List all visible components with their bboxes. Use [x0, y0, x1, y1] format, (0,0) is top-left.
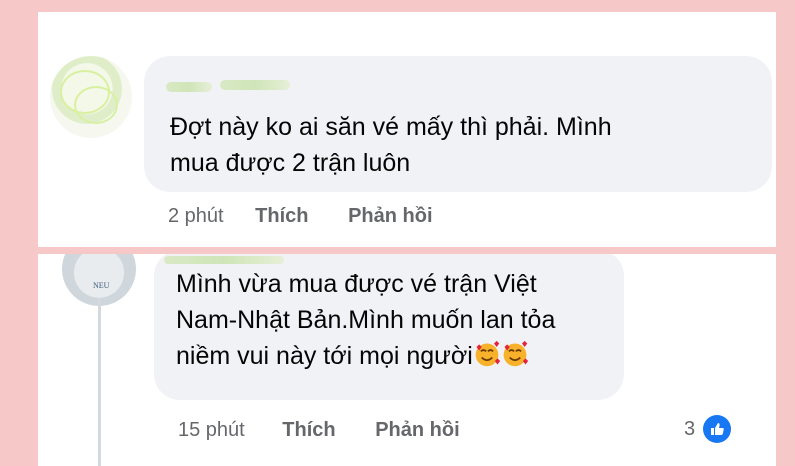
comment-bubble: Mình vừa mua được vé trận Việt Nam-Nhật … [154, 254, 624, 400]
comment-bubble: Đợt này ko ai săn vé mấy thì phải. Mình … [144, 56, 772, 192]
like-button[interactable]: Thích [282, 419, 335, 442]
thumbs-up-icon [711, 423, 724, 435]
redacted-author-name[interactable] [220, 80, 290, 90]
comment-text-line-last: niềm vui này tới mọi người [176, 338, 624, 374]
reaction-summary[interactable]: 3 [684, 415, 732, 443]
comment-text: Mình vừa mua được vé trận Việt Nam-Nhật … [176, 266, 624, 374]
comment-text-segment: niềm vui này tới mọi người [176, 342, 473, 370]
avatar-scribble [74, 86, 118, 124]
reply-button[interactable]: Phản hồi [348, 205, 432, 228]
comment-text: Đợt này ko ai săn vé mấy thì phải. Mình … [170, 109, 760, 181]
redacted-author-name[interactable] [166, 82, 212, 92]
comment-text-line: Đợt này ko ai săn vé mấy thì phải. Mình [170, 113, 612, 141]
reaction-count: 3 [684, 417, 696, 440]
avatar-label: NEU [93, 281, 110, 290]
like-icon [703, 415, 732, 443]
comment-panel-1: Đợt này ko ai săn vé mấy thì phải. Mình … [38, 12, 776, 247]
comment-actions: 2 phút Thích Phản hồi [168, 205, 433, 228]
thread-line [98, 298, 101, 466]
comment-actions: 15 phút Thích Phản hồi [178, 419, 460, 442]
comment-time[interactable]: 2 phút [168, 205, 224, 228]
smiling-face-with-hearts-icon [475, 340, 500, 367]
comment-text-line: Nam-Nhật Bản.Mình muốn lan tỏa [176, 306, 556, 334]
smiling-face-with-hearts-icon [503, 340, 528, 367]
redacted-author-name[interactable] [164, 256, 284, 264]
comment-text-line: Mình vừa mua được vé trận Việt [176, 270, 537, 298]
avatar[interactable] [50, 56, 132, 138]
reply-button[interactable]: Phản hồi [375, 419, 459, 442]
comment-time[interactable]: 15 phút [178, 419, 245, 442]
like-button[interactable]: Thích [255, 205, 308, 228]
comment-panel-2: NEU Mình vừa mua được vé trận Việt Nam-N… [38, 254, 776, 466]
comment-text-line: mua được 2 trận luôn [170, 149, 411, 177]
